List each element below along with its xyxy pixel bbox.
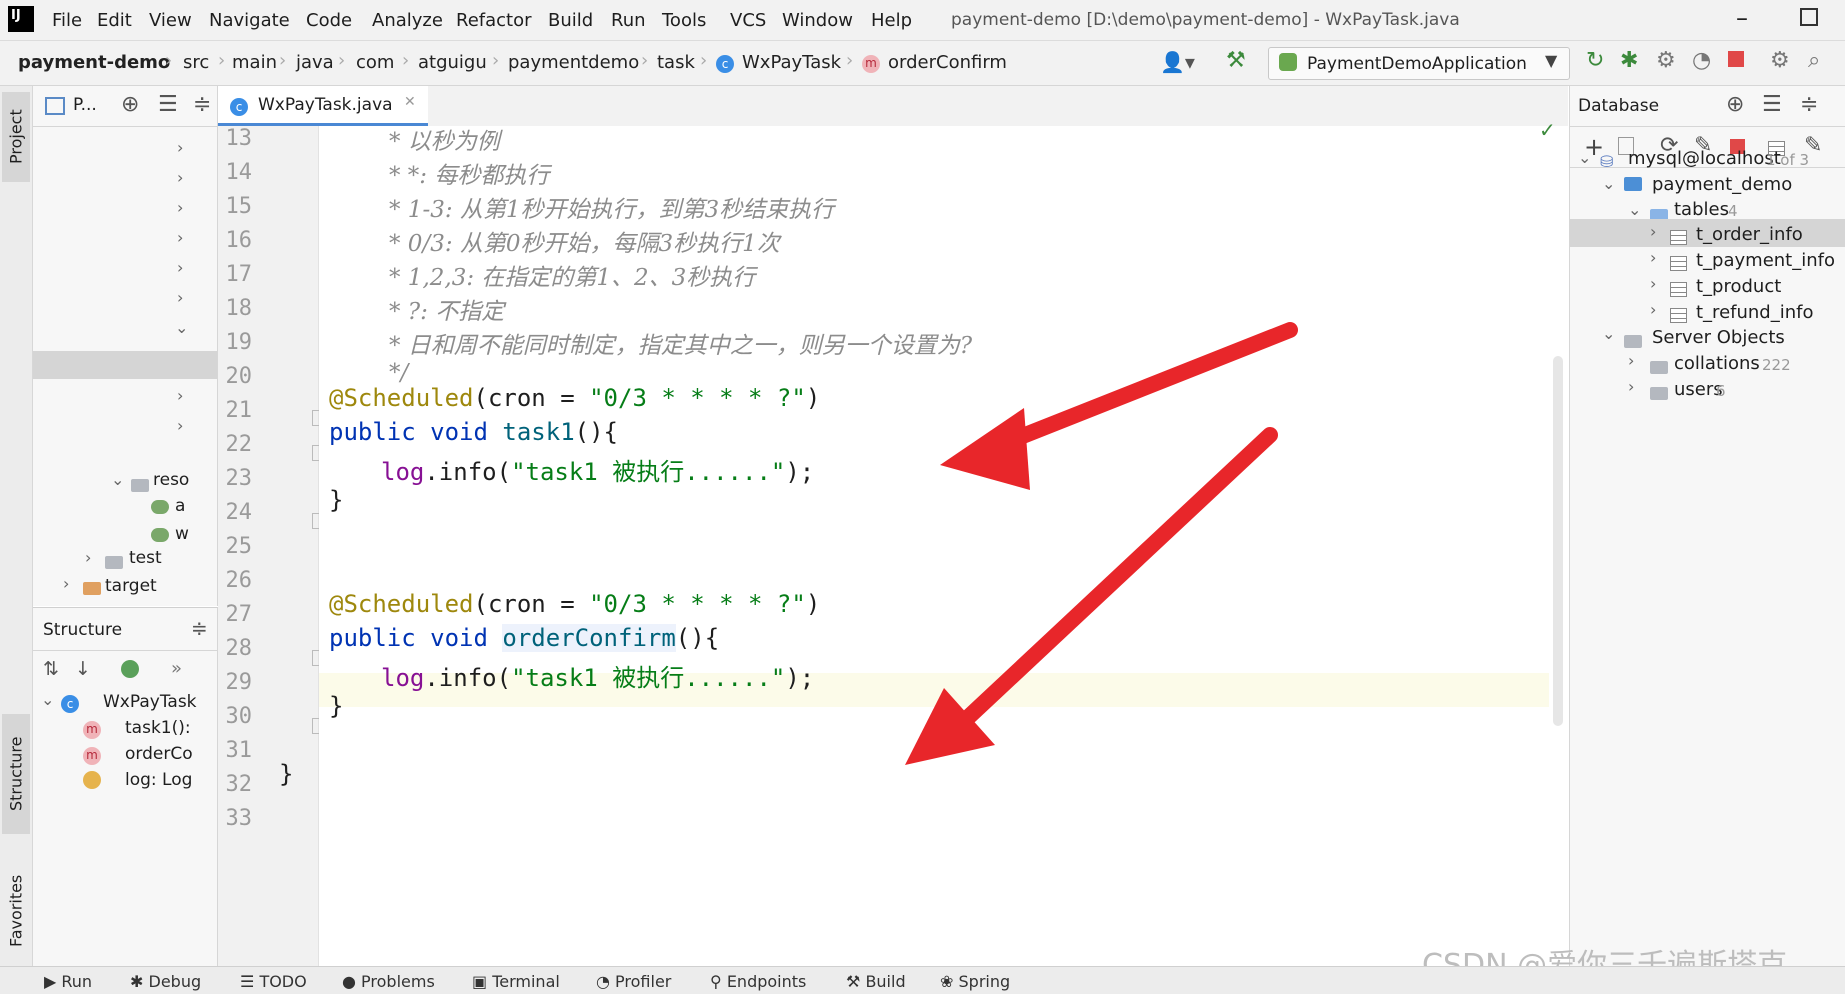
chevron-right-icon[interactable]: › <box>1650 300 1656 319</box>
schema-icon <box>1624 177 1642 191</box>
db-table-payment-info[interactable]: t_payment_info <box>1696 250 1835 271</box>
locate-icon[interactable]: ⊕ <box>1726 92 1744 117</box>
folder-icon <box>1624 331 1642 350</box>
tool-tab-problems[interactable]: ● Problems <box>342 972 435 991</box>
table-icon <box>1670 279 1687 298</box>
chevron-right-icon[interactable]: › <box>1650 222 1656 241</box>
db-tables-count: 4 <box>1728 202 1738 220</box>
db-connection[interactable]: mysql@localhost <box>1628 148 1781 169</box>
db-users-count: 6 <box>1716 382 1726 400</box>
db-table-refund-info[interactable]: t_refund_info <box>1696 302 1813 323</box>
mysql-icon: ⛁ <box>1600 152 1614 171</box>
tool-tab-spring[interactable]: ❀ Spring <box>940 972 1010 991</box>
chevron-down-icon[interactable]: ⌄ <box>1578 148 1591 167</box>
database-panel: Database ⊕ ☰ ≑ + ⟳ ✎ ✎ ⌄ ⛁ mysql@localho… <box>1569 86 1845 966</box>
database-panel-header: Database ⊕ ☰ ≑ <box>1570 86 1845 127</box>
chevron-right-icon[interactable]: › <box>1650 248 1656 267</box>
db-table-order-info[interactable]: t_order_info <box>1696 224 1803 245</box>
tool-tab-build[interactable]: ⚒ Build <box>846 972 906 991</box>
chevron-down-icon[interactable]: ⌄ <box>1602 324 1615 343</box>
tool-tab-todo[interactable]: ☰ TODO <box>240 972 307 991</box>
database-panel-title: Database <box>1578 96 1660 116</box>
table-icon <box>1670 253 1687 272</box>
tool-tab-terminal[interactable]: ▣ Terminal <box>472 972 560 991</box>
tool-tab-profiler[interactable]: ◔ Profiler <box>596 972 671 991</box>
folder-icon <box>1650 383 1668 402</box>
options-icon[interactable]: ≑ <box>1800 92 1818 117</box>
tool-tab-debug[interactable]: ✱ Debug <box>130 972 201 991</box>
db-collations[interactable]: collations <box>1674 353 1760 374</box>
red-arrow-2 <box>905 427 1278 765</box>
db-collations-count: 222 <box>1762 356 1791 374</box>
chevron-right-icon[interactable]: › <box>1650 274 1656 293</box>
db-schema[interactable]: payment_demo <box>1652 174 1792 195</box>
table-icon <box>1670 305 1687 324</box>
tool-tab-endpoints[interactable]: ⚲ Endpoints <box>710 972 806 991</box>
tool-tab-run[interactable]: ▶ Run <box>44 972 92 991</box>
chevron-right-icon[interactable]: › <box>1628 377 1634 396</box>
folder-icon <box>1650 357 1668 376</box>
db-tables-folder[interactable]: tables <box>1674 199 1729 220</box>
chevron-down-icon[interactable]: ⌄ <box>1628 200 1641 219</box>
db-connection-count: 1 of 3 <box>1766 151 1810 169</box>
db-table-product[interactable]: t_product <box>1696 276 1781 297</box>
bottom-tool-bar: ▶ Run ✱ Debug ☰ TODO ● Problems ▣ Termin… <box>0 966 1845 994</box>
chevron-right-icon[interactable]: › <box>1628 351 1634 370</box>
table-icon <box>1670 227 1687 246</box>
collapse-all-icon[interactable]: ☰ <box>1762 92 1782 117</box>
chevron-down-icon[interactable]: ⌄ <box>1602 174 1615 193</box>
db-server-objects[interactable]: Server Objects <box>1652 327 1785 348</box>
